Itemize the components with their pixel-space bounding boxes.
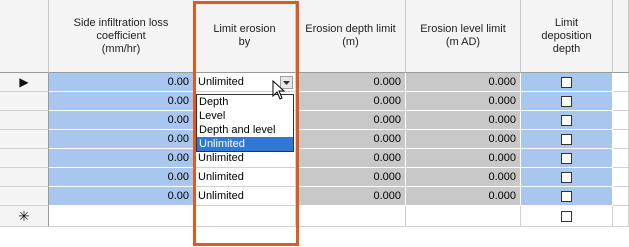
erosion-level-limit-cell[interactable]: 0.000 [406, 111, 521, 130]
erosion-depth-limit-cell[interactable]: 0.000 [296, 92, 406, 111]
side-infiltration-cell[interactable]: 0.00 [49, 73, 194, 92]
limit-deposition-depth-checkbox[interactable] [561, 133, 572, 145]
erosion-depth-limit-cell[interactable]: 0.000 [296, 187, 406, 206]
erosion-level-limit-cell[interactable]: 0.000 [406, 130, 521, 149]
dropdown-option-level[interactable]: Level [197, 109, 293, 123]
overflow-cell [613, 168, 629, 187]
limit-deposition-depth-cell[interactable] [521, 187, 613, 206]
limit-deposition-depth-checkbox[interactable] [561, 152, 572, 164]
row-header[interactable] [0, 111, 49, 130]
erosion-level-limit-cell[interactable]: 0.000 [406, 149, 521, 168]
row-header[interactable] [0, 149, 49, 168]
limit-erosion-by-cell[interactable]: Unlimited [194, 168, 296, 187]
new-row-cell[interactable] [194, 206, 296, 227]
erosion-depth-limit-cell[interactable]: 0.000 [296, 149, 406, 168]
limit-deposition-depth-cell[interactable] [521, 168, 613, 187]
column-header-side-infiltration[interactable]: Side infiltration loss coefficient (mm/h… [49, 0, 194, 73]
limit-deposition-depth-checkbox[interactable] [561, 190, 572, 202]
limit-erosion-by-value: Unlimited [198, 171, 244, 183]
row-header[interactable]: ▶ [0, 73, 49, 92]
limit-deposition-depth-checkbox[interactable] [561, 95, 572, 107]
erosion-depth-limit-cell[interactable]: 0.000 [296, 130, 406, 149]
row-header[interactable] [0, 168, 49, 187]
row-header[interactable] [0, 130, 49, 149]
column-header-erosion-depth-limit[interactable]: Erosion depth limit (m) [296, 0, 406, 73]
limit-deposition-depth-checkbox[interactable] [561, 76, 572, 88]
limit-deposition-depth-cell[interactable] [521, 73, 613, 92]
new-row-cell[interactable] [406, 206, 521, 227]
data-grid: Side infiltration loss coefficient (mm/h… [0, 0, 629, 247]
new-row-header[interactable]: ✳ [0, 206, 49, 227]
side-infiltration-cell[interactable]: 0.00 [49, 187, 194, 206]
limit-erosion-by-value: Unlimited [198, 152, 244, 164]
row-header[interactable] [0, 92, 49, 111]
overflow-cell [613, 111, 629, 130]
limit-deposition-depth-cell[interactable] [521, 92, 613, 111]
overflow-cell [613, 73, 629, 92]
erosion-depth-limit-cell[interactable]: 0.000 [296, 168, 406, 187]
new-row-cell[interactable] [296, 206, 406, 227]
erosion-depth-limit-cell[interactable]: 0.000 [296, 111, 406, 130]
limit-erosion-by-value: Unlimited [198, 76, 244, 88]
erosion-level-limit-cell[interactable]: 0.000 [406, 92, 521, 111]
column-header-erosion-level-limit[interactable]: Erosion level limit (m AD) [406, 0, 521, 73]
new-row-cell[interactable] [49, 206, 194, 227]
overflow-cell [613, 187, 629, 206]
limit-deposition-depth-cell[interactable] [521, 130, 613, 149]
erosion-depth-limit-cell[interactable]: 0.000 [296, 73, 406, 92]
row-header-corner [0, 0, 49, 73]
limit-deposition-depth-checkbox[interactable] [561, 171, 572, 183]
column-header-overflow [613, 0, 629, 73]
side-infiltration-cell[interactable]: 0.00 [49, 92, 194, 111]
mouse-pointer-icon [272, 80, 286, 100]
side-infiltration-cell[interactable]: 0.00 [49, 111, 194, 130]
erosion-level-limit-cell[interactable]: 0.000 [406, 73, 521, 92]
column-header-limit-deposition-depth[interactable]: Limit deposition depth [521, 0, 613, 73]
overflow-cell [613, 149, 629, 168]
erosion-level-limit-cell[interactable]: 0.000 [406, 168, 521, 187]
limit-deposition-depth-cell[interactable] [521, 111, 613, 130]
dropdown-option-depth-and-level[interactable]: Depth and level [197, 123, 293, 137]
erosion-level-limit-cell[interactable]: 0.000 [406, 187, 521, 206]
new-row-limit-deposition-depth-checkbox[interactable] [561, 210, 572, 222]
overflow-cell [613, 92, 629, 111]
new-row-limit-deposition-depth-cell[interactable] [521, 206, 613, 227]
row-header[interactable] [0, 187, 49, 206]
side-infiltration-cell[interactable]: 0.00 [49, 149, 194, 168]
side-infiltration-cell[interactable]: 0.00 [49, 130, 194, 149]
overflow-cell [613, 130, 629, 149]
dropdown-option-unlimited[interactable]: Unlimited [197, 137, 293, 151]
limit-erosion-by-cell[interactable]: Unlimited [194, 187, 296, 206]
limit-erosion-dropdown-list[interactable]: Depth Level Depth and level Unlimited [196, 94, 294, 152]
limit-deposition-depth-checkbox[interactable] [561, 114, 572, 126]
limit-deposition-depth-cell[interactable] [521, 149, 613, 168]
new-row-cell[interactable] [613, 206, 629, 227]
side-infiltration-cell[interactable]: 0.00 [49, 168, 194, 187]
column-header-limit-erosion-by[interactable]: Limit erosion by [194, 0, 296, 73]
limit-erosion-by-value: Unlimited [198, 190, 244, 202]
